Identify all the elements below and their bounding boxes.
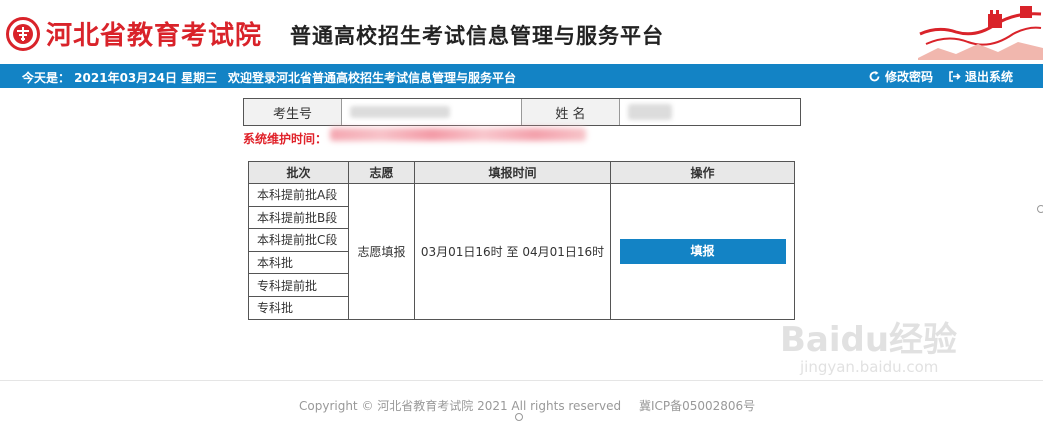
- header-action: 操作: [610, 161, 795, 184]
- copyright-text: Copyright © 河北省教育考试院 2021 All rights res…: [299, 399, 622, 413]
- baidu-jingyan-watermark: Baidu经验 jingyan.baidu.com: [780, 312, 1020, 382]
- header-batch: 批次: [248, 161, 349, 184]
- resize-handle[interactable]: [1037, 205, 1043, 213]
- period-cell: 03月01日16时 至 04月01日16时: [414, 183, 611, 320]
- action-cell: 填报: [610, 183, 795, 320]
- platform-title: 普通高校招生考试信息管理与服务平台: [290, 24, 664, 48]
- resize-handle[interactable]: [515, 413, 523, 421]
- student-info-table: 考生号 姓 名: [243, 98, 801, 126]
- volunteer-cell: 志愿填报: [348, 183, 415, 320]
- watermark-brand: Baidu经验: [780, 320, 958, 360]
- student-id-value: [342, 99, 522, 125]
- table-header-row: 批次 志愿 填报时间 操作: [248, 161, 795, 184]
- header-volunteer: 志愿: [348, 161, 415, 184]
- great-wall-icon: [918, 6, 1043, 60]
- logout-link[interactable]: 退出系统: [948, 68, 1013, 85]
- refresh-icon: [869, 71, 880, 82]
- batch-name: 专科提前批: [248, 273, 349, 297]
- org-name: 河北省教育考试院: [46, 21, 263, 51]
- welcome-message: 欢迎登录河北省普通高校招生考试信息管理与服务平台: [228, 71, 517, 85]
- student-name-value: [620, 99, 800, 125]
- change-password-link[interactable]: 修改密码: [868, 68, 933, 85]
- current-date: 今天是： 2021年03月24日 星期三: [22, 71, 218, 85]
- batch-name: 本科提前批A段: [248, 183, 349, 207]
- page-footer: Copyright © 河北省教育考试院 2021 All rights res…: [299, 397, 755, 414]
- page-header: 河北省教育考试院 普通高校招生考试信息管理与服务平台: [0, 0, 1043, 64]
- logout-label: 退出系统: [965, 70, 1014, 84]
- redacted-student-id: [350, 106, 450, 118]
- batch-table: 批次 志愿 填报时间 操作 本科提前批A段 志愿填报 03月01日16时 至 0…: [248, 161, 795, 320]
- student-id-label: 考生号: [244, 99, 342, 125]
- top-navbar: 今天是： 2021年03月24日 星期三 欢迎登录河北省普通高校招生考试信息管理…: [0, 64, 1043, 88]
- student-name-label: 姓 名: [522, 99, 620, 125]
- table-row: 本科提前批A段 志愿填报 03月01日16时 至 04月01日16时 填报: [248, 183, 795, 320]
- footer-divider: [0, 380, 1043, 381]
- change-password-label: 修改密码: [885, 70, 934, 84]
- fill-button[interactable]: 填报: [619, 238, 786, 264]
- batch-name: 本科提前批C段: [248, 228, 349, 252]
- batch-name: 本科批: [248, 250, 349, 275]
- header-period: 填报时间: [414, 161, 611, 184]
- redacted-maintenance-time: [330, 128, 586, 141]
- batch-name: 专科批: [248, 295, 349, 320]
- maintenance-label: 系统维护时间：: [243, 132, 328, 146]
- exam-authority-emblem-icon: [6, 17, 40, 51]
- batch-name: 本科提前批B段: [248, 205, 349, 230]
- icp-link[interactable]: 冀ICP备05002806号: [639, 399, 755, 413]
- watermark-url: jingyan.baidu.com: [800, 358, 939, 376]
- logout-icon: [949, 71, 961, 82]
- redacted-student-name: [628, 104, 672, 120]
